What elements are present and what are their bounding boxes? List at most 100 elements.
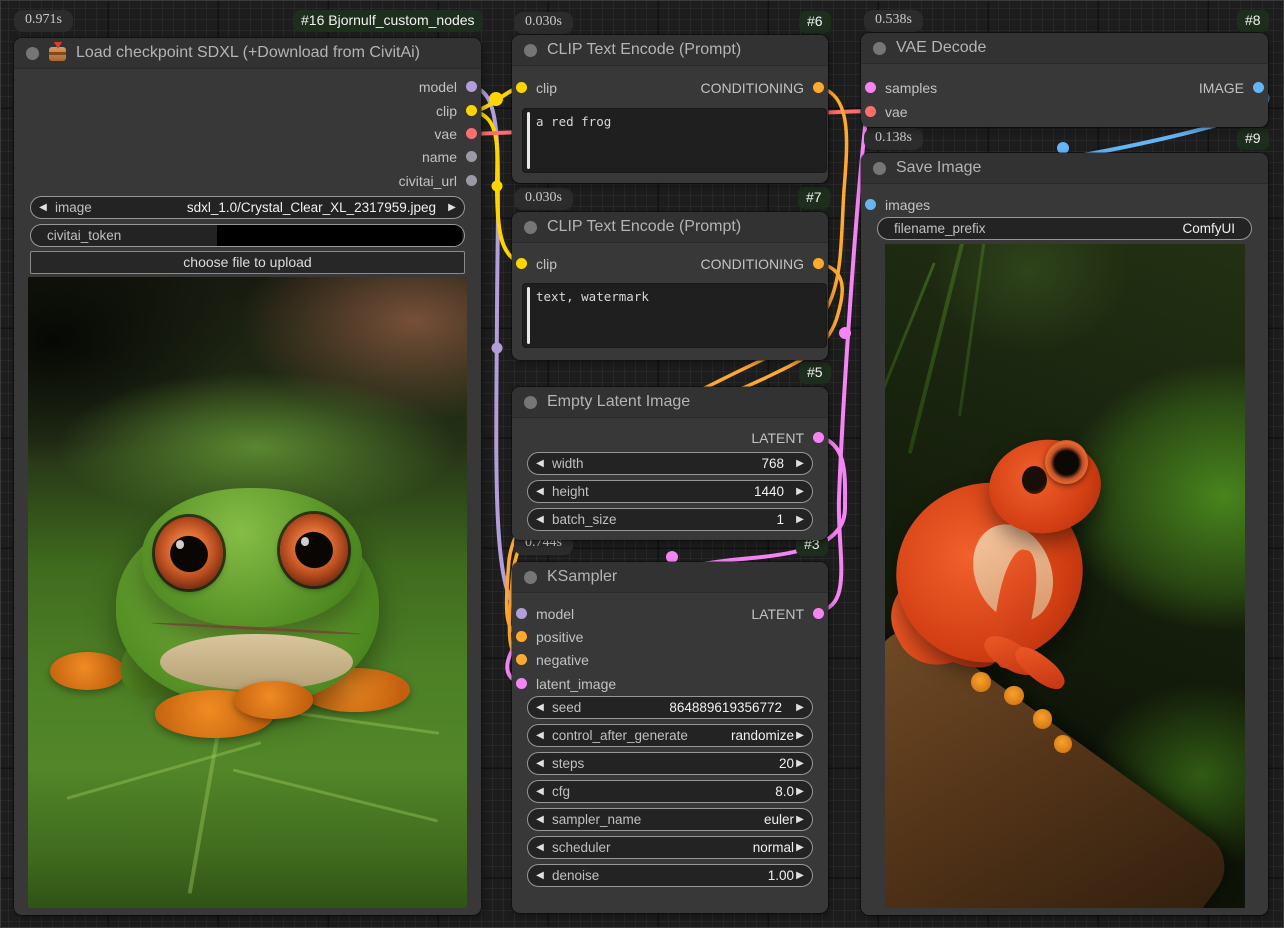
output-port-clip[interactable] [466, 105, 477, 116]
output-row: model [18, 75, 477, 98]
increment-arrow-icon[interactable]: ▶ [788, 481, 812, 502]
civitai-token-widget[interactable]: civitai_token [30, 224, 465, 247]
input-port-vae[interactable] [865, 106, 876, 117]
input-port-negative[interactable] [516, 654, 527, 665]
execution-time-badge: 0.030s [514, 188, 573, 210]
seed-widget[interactable]: ◀ seed 864889619356772 ▶ [527, 696, 813, 719]
decrement-arrow-icon[interactable]: ◀ [528, 509, 552, 530]
node-title-bar[interactable]: CLIP Text Encode (Prompt) [512, 212, 828, 243]
decrement-arrow-icon[interactable]: ◀ [528, 809, 552, 830]
node-ksampler[interactable]: KSampler model LATENT positive negative … [512, 562, 828, 913]
checkpoint-preview-image [28, 277, 467, 908]
textarea-scrollbar[interactable] [527, 287, 530, 344]
node-title-bar[interactable]: VAE Decode [861, 33, 1268, 64]
node-title: CLIP Text Encode (Prompt) [547, 41, 741, 59]
execution-time-badge: 0.138s [864, 128, 923, 150]
input-port-positive[interactable] [516, 631, 527, 642]
node-status-dot [524, 571, 537, 584]
increment-arrow-icon[interactable]: ▶ [788, 781, 812, 802]
prompt-textarea[interactable]: text, watermark [522, 283, 827, 348]
node-empty-latent-image[interactable]: Empty Latent Image LATENT ◀ width 768 ▶ … [512, 387, 828, 540]
node-save-image[interactable]: Save Image images filename_prefix ComfyU… [861, 153, 1268, 915]
node-title-bar[interactable]: Empty Latent Image [512, 387, 828, 418]
input-row: negative [516, 648, 824, 671]
output-port-latent[interactable] [813, 608, 824, 619]
node-title-bar[interactable]: CLIP Text Encode (Prompt) [512, 35, 828, 66]
input-row: images [865, 193, 1264, 216]
cfg-widget[interactable]: ◀ cfg 8.0 ▶ [527, 780, 813, 803]
output-row: clip [18, 99, 477, 122]
decrement-arrow-icon[interactable]: ◀ [528, 865, 552, 886]
output-port-conditioning[interactable] [813, 258, 824, 269]
combo-right-arrow-icon[interactable]: ▶ [440, 197, 464, 218]
node-status-dot [26, 47, 39, 60]
input-port-images[interactable] [865, 199, 876, 210]
input-row: positive [516, 625, 824, 648]
increment-arrow-icon[interactable]: ▶ [788, 753, 812, 774]
decrement-arrow-icon[interactable]: ◀ [528, 481, 552, 502]
node-id-badge: #8 [1237, 10, 1269, 32]
increment-arrow-icon[interactable]: ▶ [788, 453, 812, 474]
frog-right-eye [280, 514, 348, 587]
decrement-arrow-icon[interactable]: ◀ [528, 697, 552, 718]
filename-prefix-widget[interactable]: filename_prefix ComfyUI [877, 217, 1252, 240]
output-port-name[interactable] [466, 151, 477, 162]
decrement-arrow-icon[interactable]: ◀ [528, 753, 552, 774]
input-port-latent-image[interactable] [516, 678, 527, 689]
increment-arrow-icon[interactable]: ▶ [788, 725, 812, 746]
node-load-checkpoint[interactable]: Load checkpoint SDXL (+Download from Civ… [14, 38, 481, 915]
input-row: latent_image [516, 672, 824, 695]
port-row: model LATENT [516, 602, 824, 625]
sampler-name-widget[interactable]: ◀ sampler_name euler ▶ [527, 808, 813, 831]
node-graph-canvas[interactable]: 0.971s #16 Bjornulf_custom_nodes 0.030s … [0, 0, 1284, 928]
node-title-bar[interactable]: Load checkpoint SDXL (+Download from Civ… [14, 38, 481, 69]
node-status-dot [873, 162, 886, 175]
width-widget[interactable]: ◀ width 768 ▶ [527, 452, 813, 475]
node-id-badge: #5 [799, 362, 831, 384]
node-title: KSampler [547, 568, 617, 586]
output-port-latent[interactable] [813, 432, 824, 443]
frog-pupil [291, 527, 338, 573]
scheduler-widget[interactable]: ◀ scheduler normal ▶ [527, 836, 813, 859]
input-port-model[interactable] [516, 608, 527, 619]
input-port-clip[interactable] [516, 82, 527, 93]
node-clip-text-encode-positive[interactable]: CLIP Text Encode (Prompt) clip CONDITION… [512, 35, 828, 183]
node-status-dot [873, 42, 886, 55]
image-combo-widget[interactable]: ◀ image sdxl_1.0/Crystal_Clear_XL_231795… [30, 196, 465, 219]
textarea-scrollbar[interactable] [527, 112, 530, 169]
prompt-textarea[interactable]: a red frog [522, 108, 827, 173]
output-port-vae[interactable] [466, 128, 477, 139]
input-port-clip[interactable] [516, 258, 527, 269]
height-widget[interactable]: ◀ height 1440 ▶ [527, 480, 813, 503]
choose-file-button[interactable]: choose file to upload [30, 251, 465, 274]
increment-arrow-icon[interactable]: ▶ [788, 697, 812, 718]
input-port-samples[interactable] [865, 82, 876, 93]
output-port-model[interactable] [466, 81, 477, 92]
increment-arrow-icon[interactable]: ▶ [788, 865, 812, 886]
denoise-widget[interactable]: ◀ denoise 1.00 ▶ [527, 864, 813, 887]
control-after-generate-widget[interactable]: ◀ control_after_generate randomize ▶ [527, 724, 813, 747]
steps-widget[interactable]: ◀ steps 20 ▶ [527, 752, 813, 775]
execution-time-badge: 0.971s [14, 10, 73, 32]
increment-arrow-icon[interactable]: ▶ [788, 837, 812, 858]
node-id-badge: #16 Bjornulf_custom_nodes [293, 10, 483, 32]
increment-arrow-icon[interactable]: ▶ [788, 509, 812, 530]
node-vae-decode[interactable]: VAE Decode samples IMAGE vae [861, 33, 1268, 127]
increment-arrow-icon[interactable]: ▶ [788, 809, 812, 830]
decrement-arrow-icon[interactable]: ◀ [528, 781, 552, 802]
output-port-image[interactable] [1253, 82, 1264, 93]
port-row: samples IMAGE [865, 76, 1264, 99]
output-port-conditioning[interactable] [813, 82, 824, 93]
execution-time-badge: 0.030s [514, 12, 573, 34]
batch-size-widget[interactable]: ◀ batch_size 1 ▶ [527, 508, 813, 531]
node-title-bar[interactable]: KSampler [512, 562, 828, 593]
port-row: clip CONDITIONING [516, 76, 824, 99]
decrement-arrow-icon[interactable]: ◀ [528, 725, 552, 746]
decrement-arrow-icon[interactable]: ◀ [528, 837, 552, 858]
combo-left-arrow-icon[interactable]: ◀ [31, 197, 55, 218]
decrement-arrow-icon[interactable]: ◀ [528, 453, 552, 474]
node-title-bar[interactable]: Save Image [861, 153, 1268, 184]
eye-highlight [301, 537, 309, 546]
output-port-civitai-url[interactable] [466, 175, 477, 186]
node-clip-text-encode-negative[interactable]: CLIP Text Encode (Prompt) clip CONDITION… [512, 212, 828, 360]
